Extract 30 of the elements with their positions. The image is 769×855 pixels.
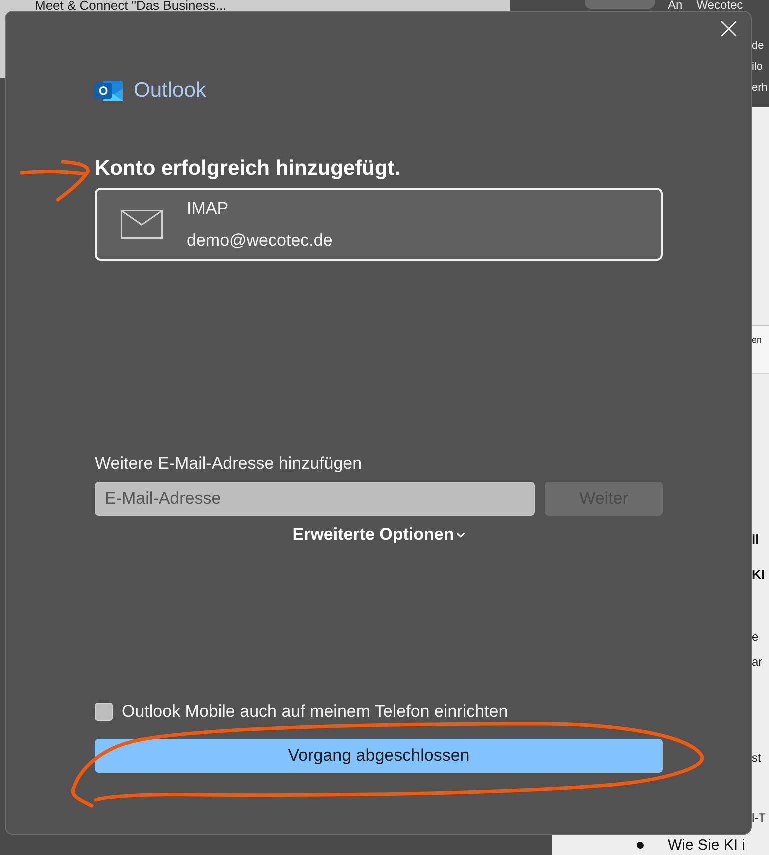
background-text: erh — [752, 81, 769, 96]
background-text: e — [752, 629, 759, 645]
account-type: IMAP — [187, 198, 230, 220]
background-text: ilo — [752, 60, 764, 75]
background-text: ar — [752, 654, 763, 670]
bullet-icon — [637, 842, 644, 849]
done-button[interactable]: Vorgang abgeschlossen — [95, 739, 663, 773]
logo-letter: O — [95, 83, 112, 99]
app-name: Outlook — [134, 79, 206, 103]
background-text: l-T — [752, 810, 766, 826]
background-text: Wecotec — [696, 0, 744, 11]
background-text: st — [752, 750, 762, 766]
chevron-down-icon — [457, 532, 466, 538]
list-item-text: Wie Sie KI i — [668, 837, 746, 854]
background-title: Meet & Connect "Das Business... — [35, 0, 228, 11]
background-heading: ll — [752, 532, 760, 548]
background-label: An — [668, 0, 683, 11]
success-heading: Konto erfolgreich hinzugefügt. — [95, 157, 402, 181]
toolbar-button[interactable] — [585, 0, 655, 9]
checkbox[interactable] — [95, 703, 113, 721]
checkbox-label: Outlook Mobile auch auf meinem Telefon einrichten — [122, 703, 508, 721]
add-email-label: Weitere E-Mail-Adresse hinzufügen — [95, 453, 364, 475]
envelope-icon — [121, 210, 163, 239]
background-row-text: en — [752, 335, 762, 345]
close-icon — [721, 21, 737, 37]
background-text: de — [752, 39, 766, 54]
email-input[interactable]: E-Mail-Adresse — [95, 482, 535, 516]
background-heading: KI — [752, 567, 765, 583]
account-email: demo@wecotec.de — [187, 230, 333, 252]
advanced-options-toggle[interactable]: Erweiterte Optionen — [292, 525, 466, 545]
